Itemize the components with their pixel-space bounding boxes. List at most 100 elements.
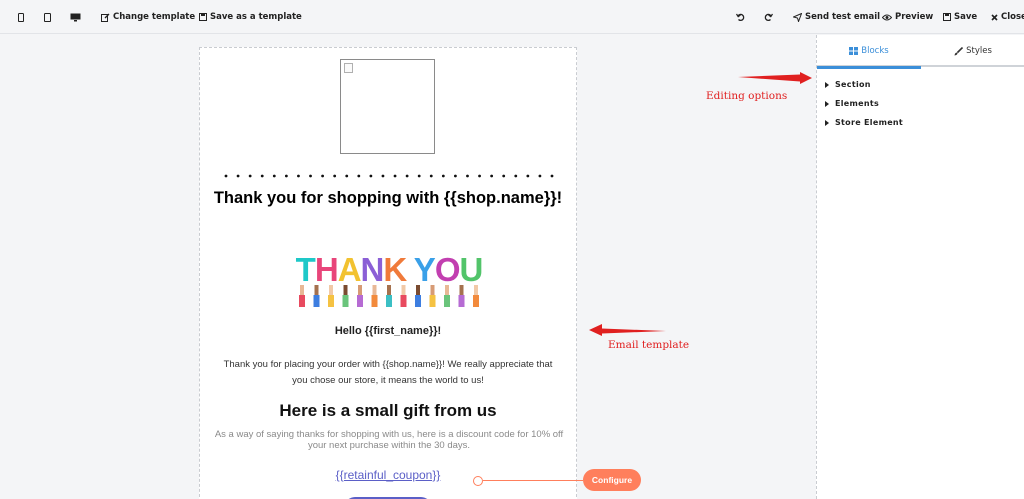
email-heading[interactable]: Thank you for shopping with {{shop.name}… <box>200 189 576 208</box>
sleeve-shape <box>328 295 334 307</box>
divider-dot <box>429 174 433 178</box>
mobile-view-button[interactable] <box>18 0 24 34</box>
divider-dot <box>357 174 361 178</box>
sleeve-shape <box>444 295 450 307</box>
sleeve-shape <box>429 295 436 307</box>
tablet-icon <box>44 12 51 22</box>
configure-button[interactable]: Configure <box>583 469 641 491</box>
configure-handle[interactable] <box>473 476 483 486</box>
category-label: Section <box>835 80 871 89</box>
caret-right-icon <box>825 100 829 107</box>
category-label: Elements <box>835 99 880 108</box>
block-categories: Section Elements Store Element <box>825 75 903 132</box>
tab-blocks-label: Blocks <box>861 45 889 56</box>
panel-tabs: Blocks Styles <box>817 35 1024 69</box>
sleeve-shape <box>371 295 378 307</box>
email-template[interactable]: Thank you for shopping with {{shop.name}… <box>199 47 577 499</box>
configure-label: Configure <box>591 475 633 485</box>
divider-dot <box>369 174 373 178</box>
preview-button[interactable]: Preview <box>882 0 933 34</box>
tab-styles[interactable]: Styles <box>921 35 1024 67</box>
editor-canvas[interactable]: Thank you for shopping with {{shop.name}… <box>0 35 816 499</box>
category-elements[interactable]: Elements <box>825 94 903 113</box>
redo-icon <box>764 13 773 21</box>
redo-button[interactable] <box>764 0 773 34</box>
thank-you-image[interactable]: THANK YOU <box>292 251 486 311</box>
divider-dot <box>236 174 240 178</box>
eye-icon <box>882 14 892 20</box>
configure-connector <box>483 480 583 481</box>
logo-image-placeholder[interactable] <box>340 59 435 154</box>
sleeve-shape <box>313 295 320 307</box>
floppy-icon <box>199 13 207 21</box>
thank-you-paragraph[interactable]: Thank you for placing your order with {{… <box>218 357 558 389</box>
sleeve-shape <box>299 295 305 307</box>
close-label: Close <box>1001 12 1024 22</box>
gift-description[interactable]: As a way of saying thanks for shopping w… <box>214 429 564 451</box>
divider-dot <box>526 174 530 178</box>
sleeve-shape <box>342 295 349 307</box>
divider-dot <box>309 174 312 178</box>
send-icon <box>793 12 802 22</box>
divider-dot <box>478 174 481 178</box>
send-test-email-button[interactable]: Send test email <box>793 0 880 34</box>
divider-dot <box>466 174 469 178</box>
change-template-label: Change template <box>113 12 196 22</box>
divider-dot <box>550 174 554 178</box>
send-test-email-label: Send test email <box>805 12 881 22</box>
category-store-element[interactable]: Store Element <box>825 113 903 132</box>
divider-dot <box>454 174 457 178</box>
sleeve-shape <box>415 295 421 307</box>
tab-styles-label: Styles <box>966 46 992 56</box>
save-button[interactable]: Save <box>943 0 977 34</box>
divider-dot <box>321 174 324 178</box>
divider-dot <box>284 174 288 178</box>
email-template-annotation: Email template <box>608 339 690 351</box>
gift-heading[interactable]: Here is a small gift from us <box>200 401 576 421</box>
divider-dot <box>224 174 228 178</box>
tab-blocks[interactable]: Blocks <box>817 35 921 69</box>
desktop-view-button[interactable] <box>70 0 81 34</box>
divider-dot <box>490 174 494 178</box>
close-button[interactable]: Close <box>991 0 1024 34</box>
divider-dot <box>514 174 518 178</box>
divider-dot <box>272 174 276 178</box>
undo-button[interactable] <box>736 0 745 34</box>
brush-icon <box>954 46 964 55</box>
broken-image-icon <box>344 63 353 73</box>
sleeve-shape <box>400 295 407 307</box>
blocks-icon <box>849 46 859 55</box>
top-toolbar: Change template Save as a template Send … <box>0 0 1024 34</box>
greeting-text[interactable]: Hello {{first_name}}! <box>200 325 576 337</box>
divider-dot <box>333 174 337 178</box>
divider-dot <box>405 174 409 178</box>
divider-dot <box>297 174 300 178</box>
sleeve-shape <box>357 295 363 307</box>
divider-dot <box>345 174 349 178</box>
editing-options-annotation: Editing options <box>706 90 788 102</box>
floppy-icon <box>943 13 951 21</box>
edit-icon <box>101 13 110 22</box>
divider-dot <box>538 174 542 178</box>
divider-dot <box>441 174 445 178</box>
mobile-icon <box>18 12 24 22</box>
blocks-panel: Blocks Styles Section Elements Store Ele… <box>816 35 1024 499</box>
divider-dot <box>248 174 252 178</box>
divider-dot <box>502 174 506 178</box>
save-label: Save <box>954 12 978 22</box>
close-icon <box>991 13 998 21</box>
sleeve-shape <box>458 295 465 307</box>
category-section[interactable]: Section <box>825 75 903 94</box>
caret-right-icon <box>825 81 829 88</box>
divider-dot <box>417 174 421 178</box>
preview-label: Preview <box>895 12 934 22</box>
divider-dot <box>260 174 264 178</box>
sleeve-shape <box>473 295 479 307</box>
category-label: Store Element <box>835 118 904 127</box>
divider-dot <box>381 174 385 178</box>
tablet-view-button[interactable] <box>44 0 51 34</box>
dotted-divider <box>224 174 554 178</box>
sleeve-shape <box>386 295 392 307</box>
save-as-template-button[interactable]: Save as a template <box>199 0 302 34</box>
change-template-button[interactable]: Change template <box>101 0 195 34</box>
